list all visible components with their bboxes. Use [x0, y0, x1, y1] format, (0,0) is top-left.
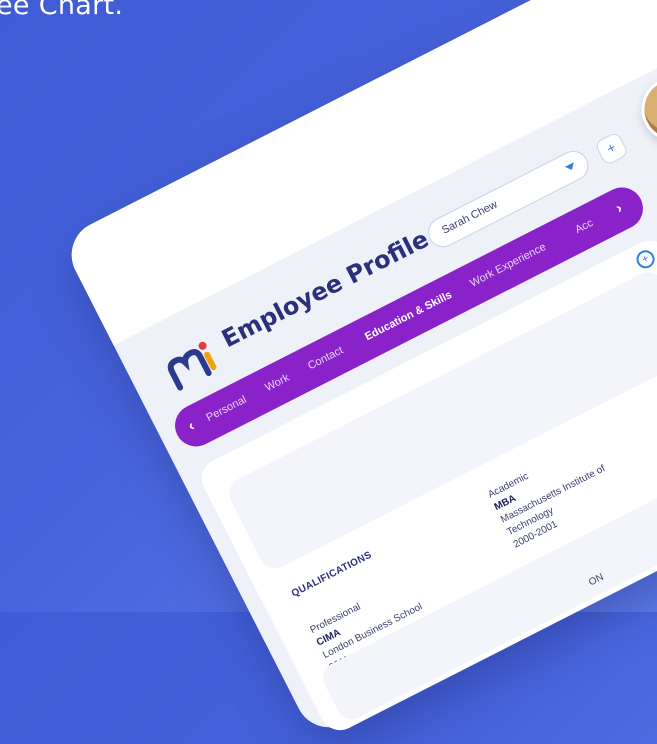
- chevron-left-icon[interactable]: ‹: [185, 417, 197, 434]
- employee-profile-card: Employee Profile Sarah Chew + ‹ Personal…: [60, 0, 657, 739]
- tab-acc[interactable]: Acc: [573, 217, 595, 236]
- tab-work-experience[interactable]: Work Experience: [468, 241, 548, 290]
- tab-personal[interactable]: Personal: [204, 394, 248, 424]
- employee-select-value: Sarah Chew: [440, 198, 500, 237]
- chevron-right-icon[interactable]: ›: [613, 200, 625, 217]
- mi-hcm-logo: [167, 341, 217, 391]
- headline-text: ee Chart.: [0, 0, 124, 21]
- tab-education-skills[interactable]: Education & Skills: [363, 289, 454, 343]
- add-circle-icon[interactable]: +: [633, 247, 657, 272]
- tab-work[interactable]: Work: [263, 372, 291, 394]
- qualifications-title: QUALIFICATIONS: [289, 549, 374, 600]
- chevron-down-icon: [564, 162, 577, 173]
- add-employee-button[interactable]: +: [594, 131, 630, 167]
- tab-contact[interactable]: Contact: [306, 344, 345, 372]
